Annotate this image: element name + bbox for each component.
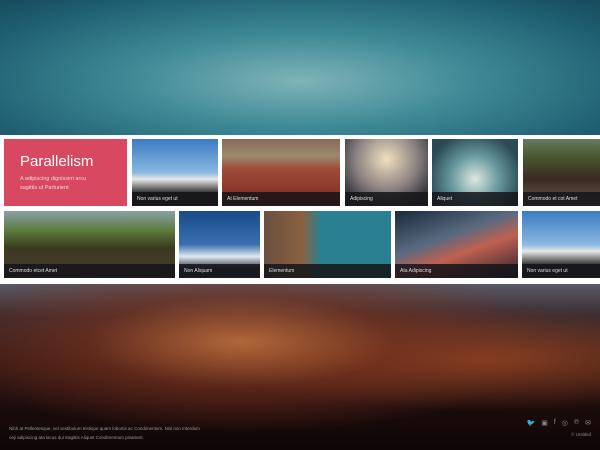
gallery-tile[interactable]: Non varius eget ut <box>522 211 600 278</box>
tile-caption: Ata Adipiscing <box>395 264 518 278</box>
twitter-icon[interactable]: 🐦 <box>527 419 536 427</box>
social-links: 🐦 ▣ f ◎ ℗ ✉ <box>527 419 591 427</box>
footer-text: Nibh at Pellentesque, vel vestibulum tri… <box>9 424 200 442</box>
tile-caption: Elementum <box>264 264 391 278</box>
gallery: Parallelism A adipiscing dignissim arcu … <box>0 135 600 284</box>
gallery-tile[interactable]: Elementum <box>264 211 391 278</box>
gallery-tile[interactable]: Aliquet <box>432 139 518 206</box>
email-icon[interactable]: ✉ <box>585 419 591 427</box>
tile-caption: Adipiscing <box>345 192 428 206</box>
gallery-tile[interactable]: At Elementum <box>222 139 340 206</box>
gallery-tile[interactable]: Non varius eget ut <box>132 139 218 206</box>
tile-caption: Non varius eget ut <box>522 264 600 278</box>
footer-line-1: Nibh at Pellentesque, vel vestibulum tri… <box>9 426 200 431</box>
tile-caption: Non Aliquam <box>179 264 260 278</box>
gallery-tile[interactable]: Non Aliquam <box>179 211 260 278</box>
gallery-tile[interactable]: Ata Adipiscing <box>395 211 518 278</box>
tile-caption: Commodo etcet Amet <box>4 264 175 278</box>
tile-caption: Non varius eget ut <box>132 192 218 206</box>
gallery-tile[interactable]: Commodo etcet Amet <box>4 211 175 278</box>
feature-text: A adipiscing dignissim arcu sagittis ut … <box>20 176 87 191</box>
facebook-icon[interactable]: f <box>554 419 556 427</box>
hero-banner <box>0 0 600 135</box>
dribbble-icon[interactable]: ◎ <box>562 419 568 427</box>
pinterest-icon[interactable]: ℗ <box>574 419 579 427</box>
tile-caption: Commodo et cot Amet <box>523 192 600 206</box>
gallery-tile[interactable]: Commodo et cot Amet <box>523 139 600 206</box>
tile-caption: At Elementum <box>222 192 340 206</box>
footer-line-2: oeji adipiscing ata lacus dui Sagittis A… <box>9 435 144 440</box>
feature-tile[interactable]: Parallelism A adipiscing dignissim arcu … <box>4 139 127 206</box>
instagram-icon[interactable]: ▣ <box>541 419 548 427</box>
gallery-tile[interactable]: Adipiscing <box>345 139 428 206</box>
copyright: © Untitled <box>571 432 591 437</box>
feature-title: Parallelism <box>20 153 94 170</box>
tile-caption: Aliquet <box>432 192 518 206</box>
